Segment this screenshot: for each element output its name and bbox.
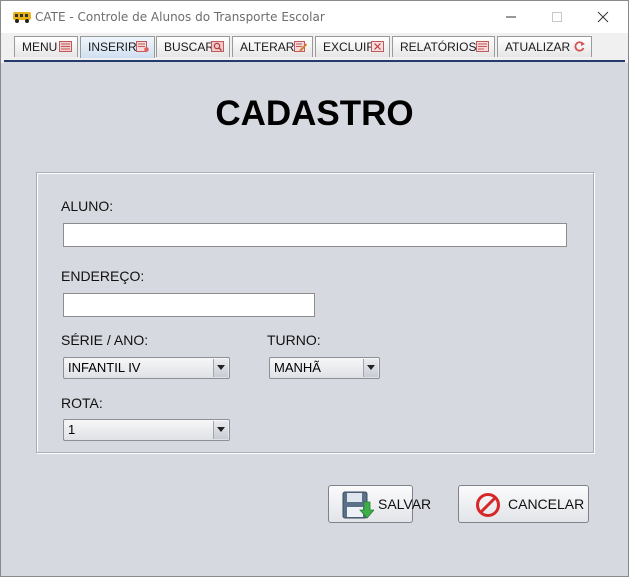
aluno-label: ALUNO: <box>61 198 114 214</box>
endereco-input[interactable] <box>63 293 315 317</box>
insert-icon <box>136 41 149 52</box>
delete-icon <box>371 41 384 52</box>
rota-value: 1 <box>68 422 76 437</box>
rota-dropdown-arrow[interactable] <box>213 421 228 439</box>
tab-atualizar[interactable]: ATUALIZAR <box>497 36 592 57</box>
save-icon <box>342 491 374 519</box>
endereco-label: ENDEREÇO: <box>61 268 145 284</box>
minimize-icon <box>506 16 516 18</box>
chevron-down-icon <box>367 365 375 370</box>
turno-dropdown-arrow[interactable] <box>363 359 378 377</box>
bus-icon <box>13 12 31 23</box>
save-button-label: SALVAR <box>378 496 432 512</box>
serie-select[interactable]: INFANTIL IV <box>63 357 230 379</box>
tab-label: ATUALIZAR <box>505 40 571 54</box>
search-icon <box>211 41 224 52</box>
tab-inserir[interactable]: INSERIR <box>80 36 155 58</box>
tab-excluir[interactable]: EXCLUIR <box>315 36 390 57</box>
refresh-icon <box>574 41 585 52</box>
report-icon <box>476 41 489 52</box>
serie-value: INFANTIL IV <box>68 360 141 375</box>
tab-alterar[interactable]: ALTERAR <box>232 36 313 57</box>
serie-label: SÉRIE / ANO: <box>61 332 149 348</box>
tab-label: INSERIR <box>88 40 137 54</box>
tab-label: BUSCAR <box>164 40 215 54</box>
turno-value: MANHÃ <box>274 360 321 375</box>
tab-menu[interactable]: MENU <box>14 36 78 57</box>
tab-label: ALTERAR <box>240 40 295 54</box>
turno-select[interactable]: MANHÃ <box>269 357 380 379</box>
title-bar: CATE - Controle de Alunos do Transporte … <box>1 1 628 33</box>
form-content: CADASTRO ALUNO: ENDEREÇO: SÉRIE / ANO: I… <box>4 62 625 574</box>
tab-relatorios[interactable]: RELATÓRIOS <box>392 36 495 57</box>
tab-label: MENU <box>22 40 58 54</box>
rota-select[interactable]: 1 <box>63 419 230 441</box>
menu-icon <box>59 41 72 52</box>
aluno-input[interactable] <box>63 223 567 247</box>
chevron-down-icon <box>217 427 225 432</box>
turno-label: TURNO: <box>267 332 321 348</box>
minimize-button[interactable] <box>488 1 534 33</box>
tab-label: RELATÓRIOS <box>400 40 477 54</box>
tab-label: EXCLUIR <box>323 40 376 54</box>
save-button[interactable]: SALVAR <box>328 485 431 523</box>
chevron-down-icon <box>217 365 225 370</box>
tab-strip: MENU INSERIR BUSCAR ALTERAR EXCLUIR RELA… <box>1 33 628 63</box>
maximize-icon <box>552 12 562 22</box>
cancel-button[interactable]: CANCELAR <box>458 485 589 523</box>
close-icon <box>597 11 609 23</box>
form-panel: ALUNO: ENDEREÇO: SÉRIE / ANO: INFANTIL I… <box>36 172 594 453</box>
window-title: CATE - Controle de Alunos do Transporte … <box>35 10 325 24</box>
tab-buscar[interactable]: BUSCAR <box>156 36 230 57</box>
rota-label: ROTA: <box>61 395 103 411</box>
cancel-icon <box>476 493 500 517</box>
maximize-button[interactable] <box>534 1 580 33</box>
serie-dropdown-arrow[interactable] <box>213 359 228 377</box>
edit-icon <box>294 41 307 52</box>
app-window: CATE - Controle de Alunos do Transporte … <box>0 0 629 577</box>
page-title: CADASTRO <box>215 94 414 133</box>
cancel-button-label: CANCELAR <box>508 496 585 512</box>
close-button[interactable] <box>580 1 626 33</box>
